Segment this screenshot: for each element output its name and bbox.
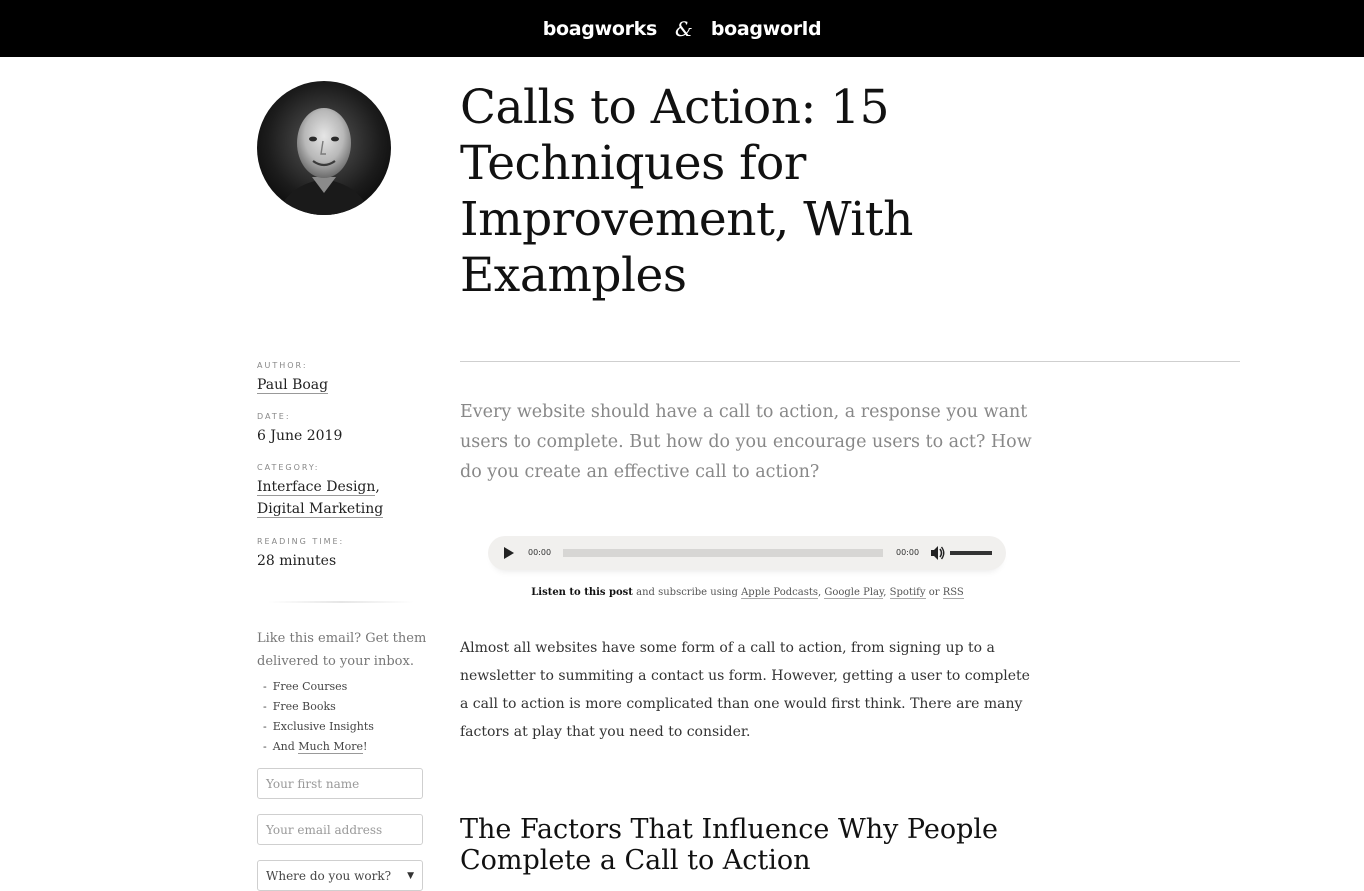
article-paragraph: Almost all websites have some form of a … bbox=[460, 640, 1030, 740]
newsletter-perks: Free Courses Free Books Exclusive Insigh… bbox=[263, 677, 374, 757]
date-label: Date: bbox=[257, 412, 291, 421]
perk-suffix: ! bbox=[363, 740, 368, 753]
article-intro: Every website should have a call to acti… bbox=[460, 402, 1032, 482]
author-link[interactable]: Paul Boag bbox=[257, 377, 329, 394]
first-name-placeholder: Your first name bbox=[266, 776, 360, 791]
reading-time-value: 28 minutes bbox=[257, 553, 337, 569]
meta-reading-time: Reading time: 28 minutes bbox=[257, 537, 427, 572]
date-value: 6 June 2019 bbox=[257, 428, 343, 444]
chevron-down-icon: ▼ bbox=[407, 870, 414, 881]
boagworld-logo-link[interactable]: boagworld bbox=[711, 18, 822, 40]
apple-podcasts-link[interactable]: Apple Podcasts bbox=[741, 587, 818, 599]
perk-item: And Much More! bbox=[263, 737, 374, 757]
or-text: or bbox=[928, 587, 940, 598]
site-header: boagworks & boagworld bbox=[0, 0, 1364, 57]
volume-slider[interactable] bbox=[950, 551, 992, 555]
email-input[interactable]: Your email address bbox=[257, 814, 423, 845]
perk-item: Exclusive Insights bbox=[263, 717, 374, 737]
spotify-link[interactable]: Spotify bbox=[889, 587, 926, 599]
email-placeholder: Your email address bbox=[266, 822, 383, 837]
category-link-digital-marketing[interactable]: Digital Marketing bbox=[257, 501, 384, 518]
perk-item: Free Courses bbox=[263, 677, 374, 697]
first-name-input[interactable]: Your first name bbox=[257, 768, 423, 799]
rss-link[interactable]: RSS bbox=[942, 587, 964, 599]
volume-icon[interactable] bbox=[930, 545, 946, 561]
meta-category: Category: Interface Design, Digital Mark… bbox=[257, 463, 427, 520]
audio-player: 00:00 00:00 bbox=[488, 536, 1006, 570]
duration-time: 00:00 bbox=[896, 548, 920, 557]
title-divider bbox=[460, 361, 1240, 362]
listen-label: Listen to this post bbox=[531, 587, 633, 598]
meta-date: Date: 6 June 2019 bbox=[257, 412, 427, 447]
workplace-select[interactable]: Where do you work? ▼ bbox=[257, 860, 423, 891]
sidebar-divider bbox=[268, 601, 414, 603]
boagworks-logo-link[interactable]: boagworks bbox=[543, 18, 658, 40]
category-separator: , bbox=[375, 479, 380, 495]
perk-item: Free Books bbox=[263, 697, 374, 717]
play-icon[interactable] bbox=[504, 547, 514, 559]
newsletter-promo: Like this email? Get them delivered to y… bbox=[257, 631, 427, 669]
category-label: Category: bbox=[257, 463, 320, 472]
category-link-interface-design[interactable]: Interface Design bbox=[257, 479, 376, 496]
current-time: 00:00 bbox=[528, 548, 552, 557]
author-label: Author: bbox=[257, 361, 308, 370]
google-play-link[interactable]: Google Play bbox=[824, 587, 884, 599]
perk-prefix: And bbox=[272, 740, 295, 753]
article-title: Calls to Action: 15 Techniques for Impro… bbox=[460, 80, 913, 303]
workplace-select-value: Where do you work? bbox=[266, 868, 392, 883]
subscribe-text: and subscribe using bbox=[636, 587, 738, 598]
audio-progress-track[interactable] bbox=[563, 549, 883, 557]
section-heading: The Factors That Influence Why People Co… bbox=[460, 814, 999, 876]
reading-time-label: Reading time: bbox=[257, 537, 345, 546]
ampersand: & bbox=[675, 16, 693, 41]
author-avatar bbox=[257, 81, 391, 215]
meta-author: Author: Paul Boag bbox=[257, 361, 427, 396]
podcast-subscribe-line: Listen to this post and subscribe using … bbox=[531, 587, 964, 599]
much-more-link[interactable]: Much More bbox=[298, 740, 364, 754]
